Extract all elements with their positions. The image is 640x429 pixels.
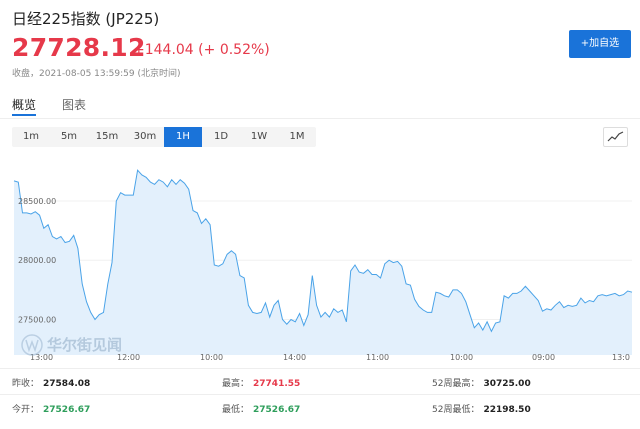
y-tick-label: 28500.00 [18, 197, 56, 206]
index-code: (JP225) [105, 10, 160, 28]
timezone-label: (北京时间) [137, 69, 181, 79]
tab-overview[interactable]: 概览 [12, 96, 36, 113]
period-1mo[interactable]: 1M [278, 127, 316, 147]
chart-type-toggle[interactable] [603, 127, 628, 147]
period-1m[interactable]: 1m [12, 127, 50, 147]
active-tab-indicator [12, 114, 36, 116]
page-title: 日经225指数 (JP225) [12, 8, 159, 29]
period-1w[interactable]: 1W [240, 127, 278, 147]
line-chart-icon [607, 131, 624, 142]
period-1d[interactable]: 1D [202, 127, 240, 147]
y-tick-label: 28000.00 [18, 256, 56, 265]
status-label: 收盘， [12, 69, 40, 79]
stat-prev-close: 昨收： 27584.08 [12, 379, 91, 389]
stat-open: 今开： 27526.67 [12, 405, 91, 415]
period-15m[interactable]: 15m [88, 127, 126, 147]
current-price: 27728.12 [12, 33, 146, 62]
price-change: +144.04 (+ 0.52%) [133, 42, 270, 58]
stats-row: 今开： 27526.67 最低： 27526.67 52周最低： 22198.50 [0, 394, 640, 421]
tab-chart[interactable]: 图表 [62, 96, 86, 113]
x-tick-label: 09:00 [532, 353, 555, 362]
period-1h[interactable]: 1H [164, 127, 202, 147]
x-tick-label: 13:0 [612, 353, 630, 362]
x-tick-label: 14:00 [283, 353, 306, 362]
tabs-divider [0, 118, 640, 119]
market-status: 收盘，2021-08-05 13:59:59 (北京时间) [12, 66, 181, 79]
period-30m[interactable]: 30m [126, 127, 164, 147]
change-value: +144.04 [133, 42, 194, 58]
watermark-text: 华尔街见闻 [47, 336, 122, 354]
x-tick-label: 10:00 [200, 353, 223, 362]
stat-high: 最高： 27741.55 [222, 379, 301, 389]
x-tick-label: 10:00 [450, 353, 473, 362]
change-percent: (+ 0.52%) [198, 42, 270, 58]
x-tick-label: 11:00 [366, 353, 389, 362]
timestamp: 2021-08-05 13:59:59 [39, 69, 135, 79]
x-tick-label: 12:00 [117, 353, 140, 362]
period-5m[interactable]: 5m [50, 127, 88, 147]
stat-52w-high: 52周最高： 30725.00 [432, 379, 531, 389]
add-watchlist-button[interactable]: +加自选 [569, 30, 631, 58]
stat-low: 最低： 27526.67 [222, 405, 301, 415]
stat-52w-low: 52周最低： 22198.50 [432, 405, 531, 415]
price-chart[interactable]: 28500.0028000.0027500.00 13:00 12:00 10:00… [0, 150, 640, 365]
period-selector: 1m 5m 15m 30m 1H 1D 1W 1M [12, 127, 316, 147]
price-area-fill [14, 170, 632, 355]
index-name: 日经225指数 [12, 10, 101, 28]
stats-row: 昨收： 27584.08 最高： 27741.55 52周最高： 30725.00 [0, 368, 640, 395]
y-tick-label: 27500.00 [18, 315, 56, 324]
